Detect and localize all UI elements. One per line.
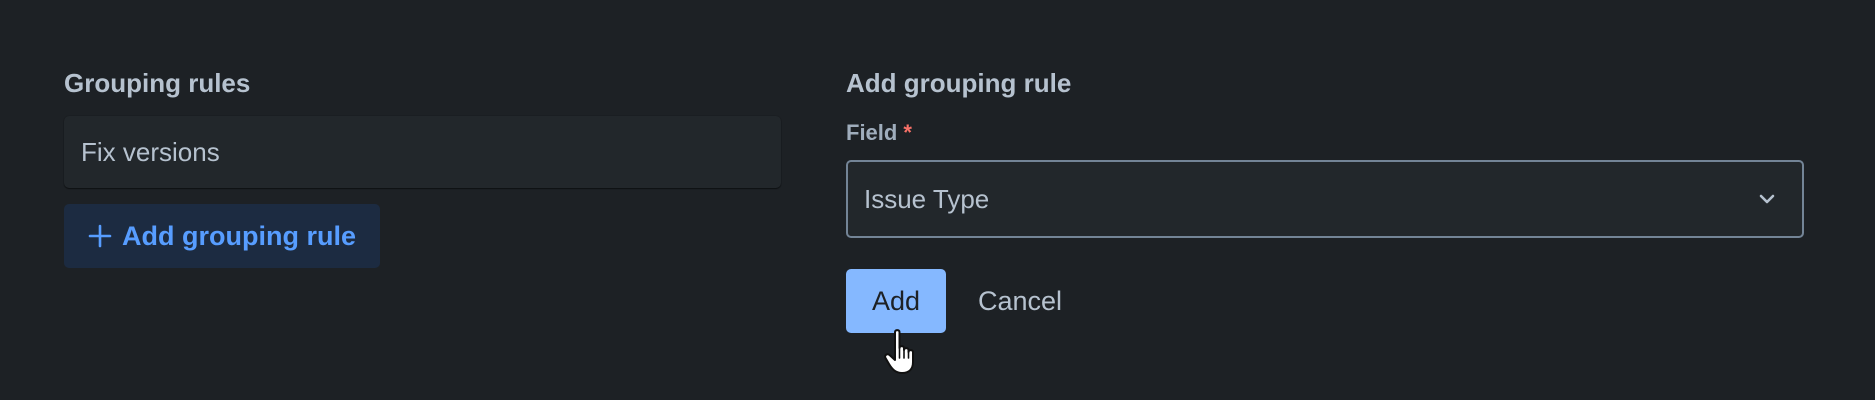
add-grouping-rule-label: Add grouping rule [122,220,356,251]
add-grouping-rule-form: Add grouping rule Field * Issue Type Add… [846,66,1804,333]
add-rule-form-title: Add grouping rule [846,68,1072,98]
plus-icon [88,224,112,248]
grouping-rules-title: Grouping rules [64,68,251,98]
grouping-rule-label: Fix versions [81,136,220,167]
add-button[interactable]: Add [846,269,946,333]
chevron-down-icon [1756,188,1778,210]
form-actions: Add Cancel [846,269,1804,333]
add-grouping-rule-button[interactable]: Add grouping rule [64,204,380,268]
required-marker: * [903,120,912,145]
field-label-text: Field [846,120,898,145]
cancel-button[interactable]: Cancel [956,269,1084,333]
grouping-rules-panel: Grouping rules Fix versions Add grouping… [64,66,781,268]
grouping-rule-item[interactable]: Fix versions [64,116,781,188]
field-label: Field * [846,118,1804,148]
field-select-value: Issue Type [864,183,990,214]
hand-pointer-icon [882,328,928,376]
field-select[interactable]: Issue Type [846,160,1804,238]
